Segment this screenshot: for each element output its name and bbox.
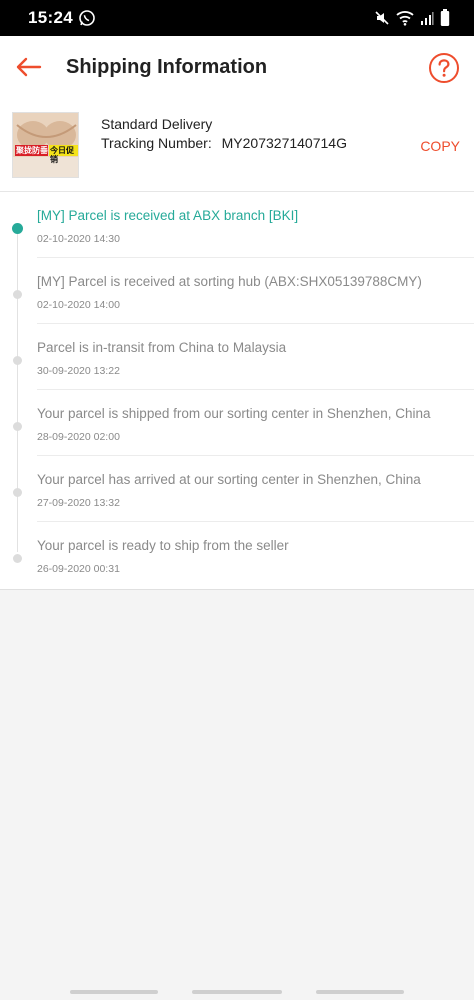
shipment-card: 聚拢防垂 今日促销 Standard Delivery Tracking Num… [0, 100, 474, 192]
timeline-time: 26-09-2020 00:31 [37, 563, 120, 575]
timeline-dot [13, 356, 22, 365]
tracking-number: MY207327140714G [221, 135, 347, 151]
back-arrow-icon[interactable] [12, 50, 46, 84]
nav-handle[interactable] [192, 990, 282, 994]
tracking-label: Tracking Number: [101, 135, 212, 151]
product-thumbnail[interactable]: 聚拢防垂 今日促销 [12, 112, 79, 178]
page-title: Shipping Information [66, 56, 268, 78]
timeline-dot [13, 422, 22, 431]
timeline-item: Your parcel has arrived at our sorting c… [0, 456, 474, 522]
timeline-time: 27-09-2020 13:32 [37, 497, 120, 509]
delivery-type: Standard Delivery [101, 116, 213, 132]
battery-icon [440, 9, 450, 26]
timeline-item: Your parcel is ready to ship from the se… [0, 522, 474, 588]
timeline-status: Your parcel is shipped from our sorting … [37, 406, 431, 421]
timeline-item: [MY] Parcel is received at sorting hub (… [0, 258, 474, 324]
timeline-time: 02-10-2020 14:00 [37, 299, 120, 311]
timeline-status: Your parcel is ready to ship from the se… [37, 538, 289, 553]
nav-handle[interactable] [70, 990, 158, 994]
status-bar: 15:24 [0, 0, 474, 36]
thumb-label-2: 今日促销 [50, 146, 74, 164]
system-nav-bar [0, 984, 474, 1000]
timeline-status: Your parcel has arrived at our sorting c… [37, 472, 421, 487]
nav-handle[interactable] [316, 990, 404, 994]
timeline-time: 28-09-2020 02:00 [37, 431, 120, 443]
timeline-status: Parcel is in-transit from China to Malay… [37, 340, 287, 355]
timeline-time: 02-10-2020 14:30 [37, 233, 120, 245]
status-time: 15:24 [28, 8, 73, 27]
tracking-row: Tracking Number: MY207327140714G [101, 135, 353, 151]
mute-icon [375, 11, 389, 25]
app-header: Shipping Information [0, 36, 474, 100]
timeline-status: [MY] Parcel is received at sorting hub (… [37, 274, 422, 289]
timeline-dot [13, 554, 22, 563]
timeline-dot [13, 290, 22, 299]
whatsapp-icon [79, 10, 95, 26]
signal-icon [421, 12, 434, 25]
wifi-icon [396, 11, 414, 26]
status-icons [374, 8, 450, 28]
timeline-time: 30-09-2020 13:22 [37, 365, 120, 377]
thumb-label-1: 聚拢防垂 [16, 146, 48, 155]
timeline-dot-active [12, 223, 23, 234]
timeline-status: [MY] Parcel is received at ABX branch [B… [37, 208, 299, 223]
timeline-item: [MY] Parcel is received at ABX branch [B… [0, 192, 474, 258]
timeline-dot [13, 488, 22, 497]
help-circle-icon[interactable] [428, 52, 460, 84]
copy-button[interactable]: COPY [420, 138, 460, 154]
tracking-timeline: [MY] Parcel is received at ABX branch [B… [0, 192, 474, 590]
timeline-item: Your parcel is shipped from our sorting … [0, 390, 474, 456]
timeline-item: Parcel is in-transit from China to Malay… [0, 324, 474, 390]
